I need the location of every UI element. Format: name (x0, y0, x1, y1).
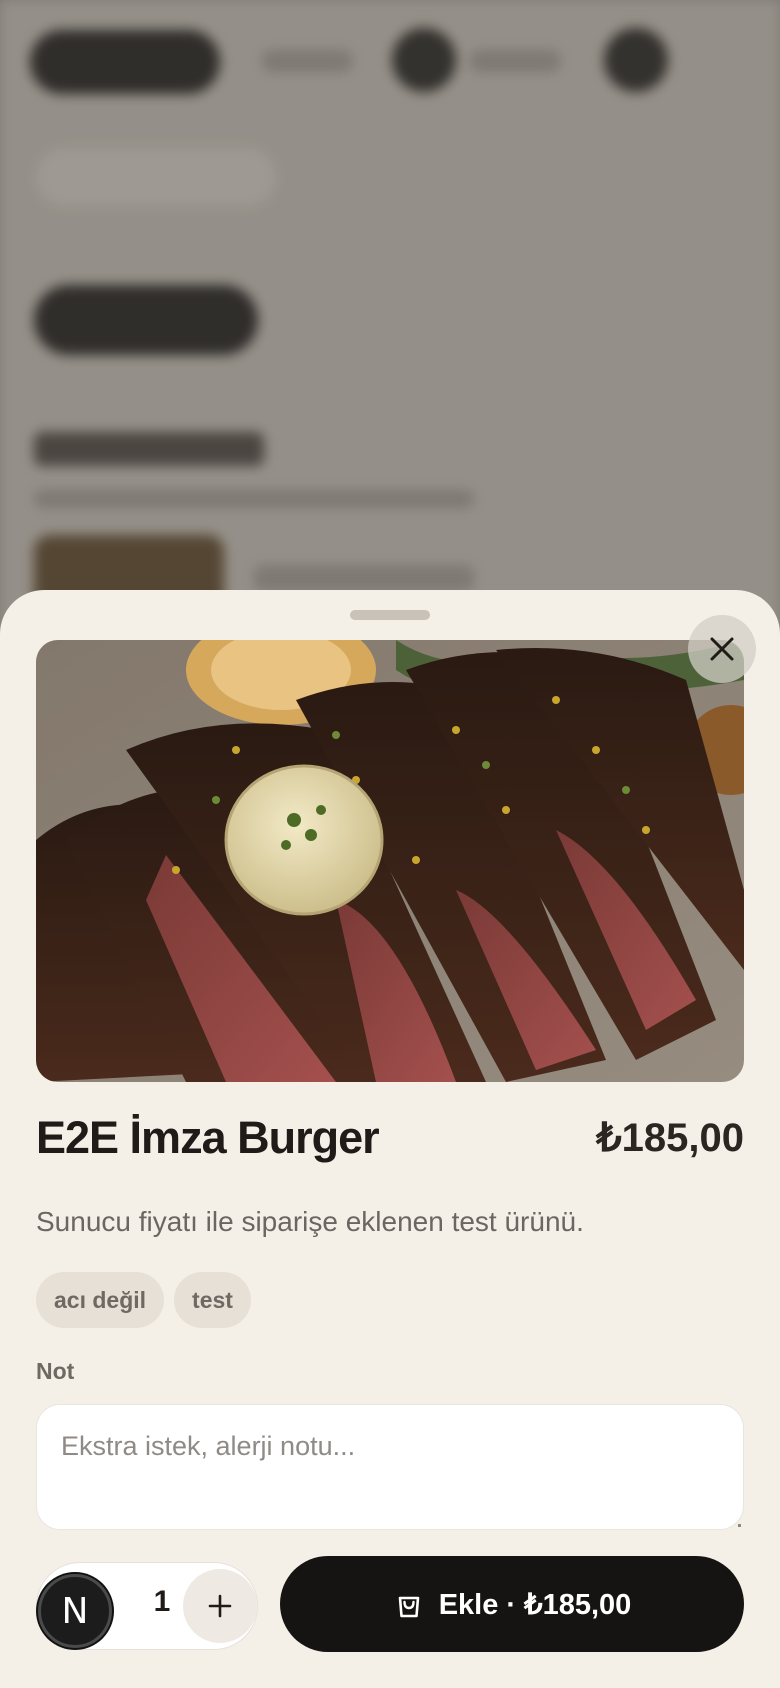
product-image (36, 640, 744, 1082)
steak-photo-icon (36, 640, 744, 1082)
product-title: E2E İmza Burger (36, 1112, 380, 1163)
product-price: ₺185,00 (596, 1116, 744, 1160)
increment-button[interactable] (183, 1569, 257, 1643)
plus-icon (208, 1594, 232, 1618)
close-icon (710, 637, 734, 661)
add-to-cart-label: Ekle · ₺185,00 (438, 1588, 632, 1621)
n-logo-badge[interactable]: N (38, 1574, 112, 1648)
tag-test: test (174, 1272, 251, 1328)
note-label: Not (36, 1358, 75, 1384)
product-tags: acı değil test (36, 1272, 251, 1328)
resize-handle[interactable] (738, 1524, 741, 1527)
product-sheet: E2E İmza Burger ₺185,00 Sunucu fiyatı il… (0, 590, 780, 1688)
note-input[interactable] (36, 1404, 744, 1530)
close-button[interactable] (688, 615, 756, 683)
n-logo-letter: N (61, 1590, 89, 1632)
product-description: Sunucu fiyatı ile siparişe eklenen test … (36, 1206, 584, 1237)
quantity-value: 1 (153, 1585, 171, 1618)
add-to-cart-button[interactable]: Ekle · ₺185,00 (280, 1556, 744, 1652)
shopping-bag-icon (398, 1596, 420, 1618)
drag-handle[interactable] (350, 610, 430, 620)
tag-aci-degil: acı değil (36, 1272, 165, 1328)
